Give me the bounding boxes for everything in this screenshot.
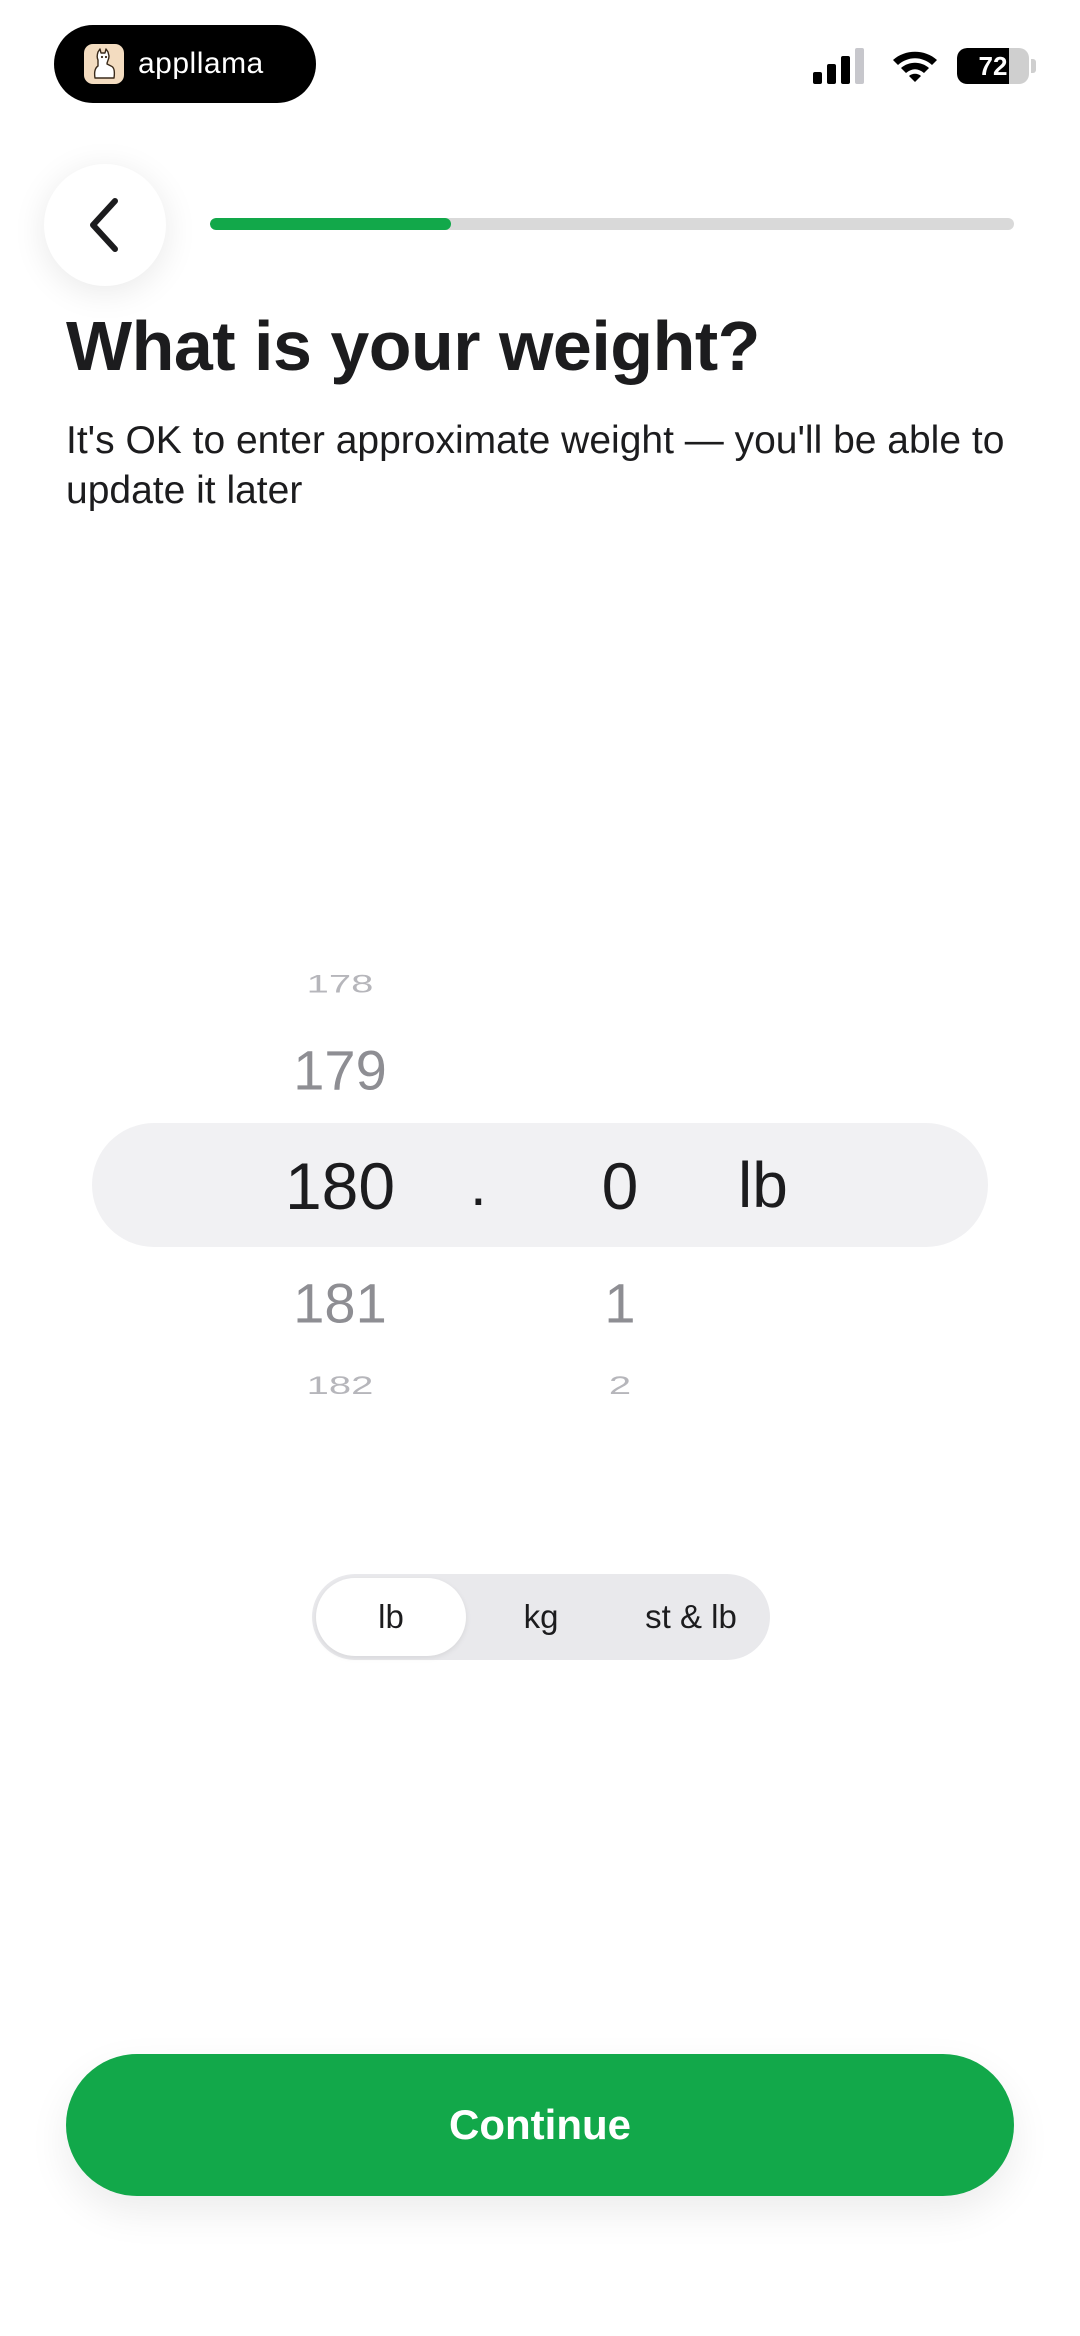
picker-selection-highlight [92,1123,988,1247]
wheel-option[interactable]: 181 [250,1271,430,1336]
wheel-selected-value[interactable]: 0 [560,1148,680,1224]
unit-option-st-lb[interactable]: st & lb [616,1578,766,1656]
battery-icon: 72 [957,48,1029,84]
unit-option-lb[interactable]: lb [316,1578,466,1656]
battery-tip [1031,59,1036,73]
wheel-option[interactable]: 182 [250,1372,430,1400]
weight-integer-wheel[interactable]: 178 179 180 181 182 [250,0,430,2336]
wheel-option[interactable]: 179 [250,1038,430,1103]
weight-decimal-wheel[interactable]: 0 1 2 [560,0,680,2336]
signal-icon [813,48,864,84]
picker-unit-label: lb [738,1149,788,1221]
back-button[interactable] [44,164,166,286]
app-badge-label: appllama [138,47,264,80]
unit-segmented-control: lb kg st & lb [312,1574,770,1660]
llama-logo-icon [84,44,124,84]
wheel-option[interactable]: 1 [560,1271,680,1336]
battery-level: 72 [978,50,1008,81]
wheel-option[interactable]: 2 [560,1372,680,1400]
wheel-selected-value[interactable]: 180 [250,1148,430,1224]
unit-option-kg[interactable]: kg [466,1578,616,1656]
page-subtitle: It's OK to enter approximate weight — yo… [66,419,1005,512]
wifi-icon [893,51,937,82]
wheel-option[interactable]: 178 [250,971,430,999]
chevron-left-icon [90,198,118,252]
continue-button[interactable]: Continue [66,2054,1014,2196]
status-icons: 72 [813,48,1036,84]
decimal-separator: . [470,1151,487,1218]
